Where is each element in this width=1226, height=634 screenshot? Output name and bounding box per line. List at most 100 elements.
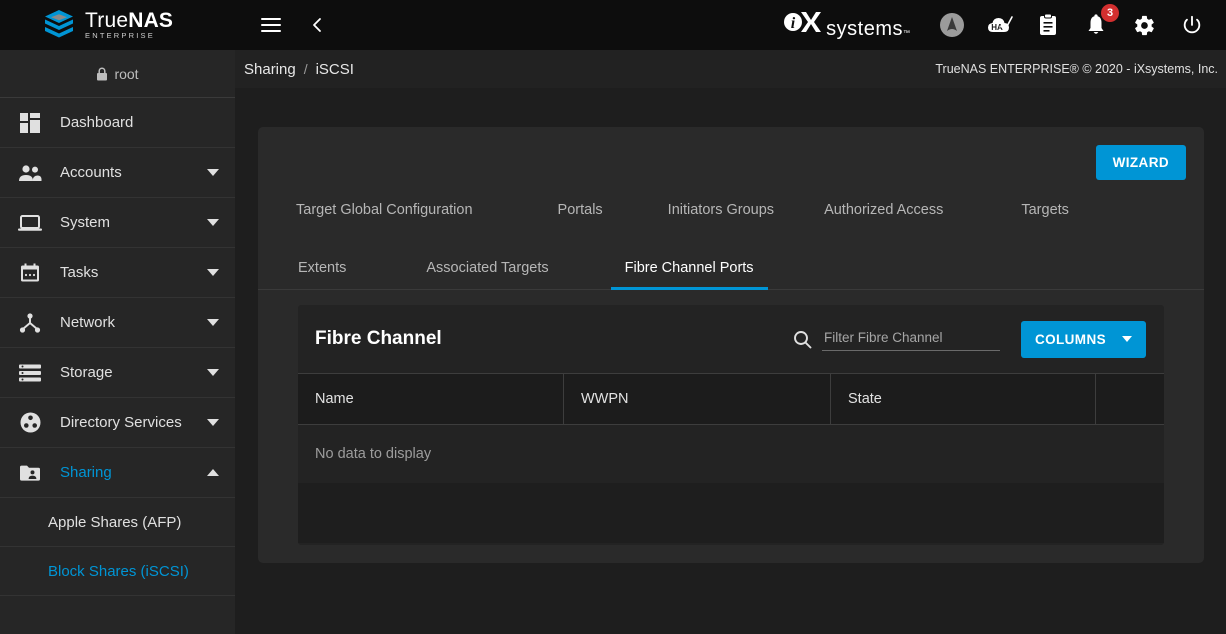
breadcrumb-current[interactable]: iSCSI [316,61,354,78]
sharing-folder-icon [0,464,60,482]
sidebar-item-directory-services[interactable]: Directory Services [0,398,235,448]
panel-header: Fibre Channel COLUMNS [298,305,1164,373]
breadcrumb-parent[interactable]: Sharing [244,61,296,78]
wizard-row: WIZARD [258,127,1204,180]
sidebar-subitem-block-shares[interactable]: Block Shares (iSCSI) [0,547,235,596]
sidebar-subitem-label: Block Shares (iSCSI) [48,562,189,580]
sidebar-item-label: Accounts [60,164,122,181]
sidebar: root Dashboard Accounts System Tasks Net… [0,50,235,634]
sidebar-item-label: Network [60,314,116,331]
sidebar-subitem-label: Apple Shares (AFP) [48,513,182,531]
ha-status-icon[interactable]: HA [986,11,1014,39]
top-bar: TrueNAS ENTERPRISE i systems ™ HA 3 [0,0,1226,50]
truecommand-glyph [940,13,964,37]
sidebar-item-tasks[interactable]: Tasks [0,248,235,298]
tabs-secondary: Extents Associated Targets Fibre Channel… [258,242,1204,290]
brand-logo[interactable]: TrueNAS ENTERPRISE [0,0,235,50]
sidebar-item-label: Tasks [60,264,99,281]
brand-name-bold: NAS [128,9,174,33]
svg-text:HA: HA [991,23,1003,32]
sidebar-item-sharing[interactable]: Sharing [0,448,235,498]
topbar-right-controls: i systems ™ HA 3 [784,4,1226,41]
hamburger-menu-icon[interactable] [257,11,285,39]
column-header-wwpn[interactable]: WWPN [564,374,831,424]
chevron-down-icon[interactable] [191,419,235,426]
column-header-actions [1096,374,1164,424]
tab-fibre-channel-ports[interactable]: Fibre Channel Ports [610,260,768,290]
accounts-people-icon [0,164,60,182]
brand-wordmark: TrueNAS ENTERPRISE [85,10,173,40]
tab-associated-targets[interactable]: Associated Targets [426,260,548,289]
table-header-row: Name WWPN State [298,373,1164,425]
chevron-left-icon[interactable] [303,11,331,39]
network-nodes-icon [0,312,60,333]
breadcrumb: Sharing / iSCSI TrueNAS ENTERPRISE® © 20… [235,50,1226,88]
svg-text:i: i [791,15,796,32]
hamburger-bars [261,18,281,32]
brand-edition: ENTERPRISE [85,31,155,41]
notification-count-badge: 3 [1101,4,1119,22]
wizard-button[interactable]: WIZARD [1095,145,1186,180]
sidebar-item-label: Directory Services [60,414,182,431]
chevron-down-icon[interactable] [191,269,235,276]
sidebar-item-label: System [60,214,111,231]
tab-target-global-configuration[interactable]: Target Global Configuration [296,202,473,218]
panel-tools: COLUMNS [793,320,1146,358]
filter-input[interactable] [821,327,1000,351]
chevron-down-icon[interactable] [191,219,235,226]
sidebar-item-accounts[interactable]: Accounts [0,148,235,198]
storage-stack-icon [0,364,60,382]
lock-icon [97,67,108,80]
chevron-down-icon[interactable] [191,169,235,176]
ha-cloud-glyph: HA [988,16,1013,32]
table-body: No data to display [298,425,1164,483]
filter-group [793,327,1000,351]
tab-portals[interactable]: Portals [558,202,603,218]
brand-name-light: True [85,9,129,33]
tab-authorized-access[interactable]: Authorized Access [824,202,943,218]
sidebar-subitem-apple-shares[interactable]: Apple Shares (AFP) [0,498,235,547]
tab-extents[interactable]: Extents [298,260,346,289]
sidebar-item-storage[interactable]: Storage [0,348,235,398]
search-magnifier-icon[interactable] [793,330,812,349]
tabs-primary: Target Global Configuration Portals Init… [258,193,1204,227]
jobs-clipboard-icon[interactable] [1034,11,1062,39]
ixsystems-logo-icon: i [784,12,822,32]
columns-button-label: COLUMNS [1034,331,1106,347]
notifications-area: 3 [1082,4,1119,39]
column-header-name[interactable]: Name [298,374,564,424]
chevron-up-icon[interactable] [191,469,235,476]
sidebar-item-system[interactable]: System [0,198,235,248]
iscsi-card: WIZARD Target Global Configuration Porta… [258,127,1204,563]
tasks-calendar-icon [0,263,60,283]
power-icon[interactable] [1178,11,1206,39]
columns-button[interactable]: COLUMNS [1020,320,1146,358]
ixsystems-wordmark: systems [826,18,903,40]
sidebar-item-label: Sharing [60,464,112,481]
chevron-down-icon[interactable] [191,369,235,376]
sidebar-item-label: Storage [60,364,113,381]
tab-initiators-groups[interactable]: Initiators Groups [668,202,774,218]
table-footer [298,483,1164,543]
sidebar-item-dashboard[interactable]: Dashboard [0,98,235,148]
chevron-down-icon[interactable] [191,319,235,326]
sidebar-user-row[interactable]: root [0,50,235,98]
main-content: Sharing / iSCSI TrueNAS ENTERPRISE® © 20… [235,50,1226,634]
clipboard-glyph [1040,13,1056,35]
truecommand-icon[interactable] [938,11,966,39]
panel-title: Fibre Channel [315,328,442,349]
sidebar-user-label: root [114,65,139,82]
power-glyph [1183,15,1201,34]
settings-gear-icon[interactable] [1130,11,1158,39]
topbar-left-controls [257,11,331,39]
copyright-text: TrueNAS ENTERPRISE® © 2020 - iXsystems, … [935,62,1218,76]
sidebar-item-network[interactable]: Network [0,298,235,348]
truenas-app-window: TrueNAS ENTERPRISE i systems ™ HA 3 root… [0,0,1226,634]
breadcrumb-separator: / [303,61,308,77]
sidebar-item-label: Dashboard [60,114,134,131]
empty-state-message: No data to display [315,446,432,462]
tab-targets[interactable]: Targets [1021,202,1069,218]
ixsystems-logo: i systems ™ [784,9,910,41]
system-laptop-icon [0,214,60,232]
column-header-state[interactable]: State [831,374,1096,424]
